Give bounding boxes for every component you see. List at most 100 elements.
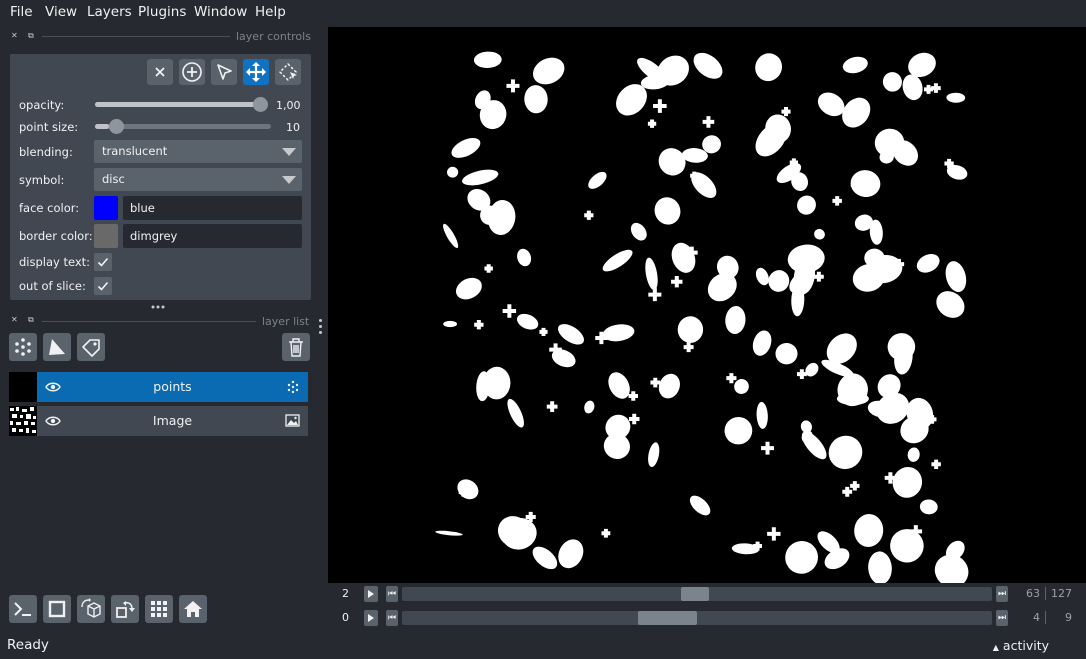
new-points-layer-button[interactable] — [9, 333, 37, 361]
step-back-button[interactable]: ⏮ — [386, 610, 398, 626]
face-color-input[interactable]: blue — [123, 196, 302, 220]
select-points-button[interactable] — [211, 59, 237, 85]
play-button[interactable] — [364, 610, 378, 626]
blending-value: translucent — [102, 144, 168, 158]
step-back-button[interactable]: ⏮ — [386, 586, 398, 602]
dock-float-icon[interactable]: ⧉ — [28, 32, 38, 40]
image-layer-thumbnail — [9, 406, 37, 436]
points-icon — [15, 338, 31, 356]
delete-selected-button[interactable] — [147, 59, 173, 85]
trash-icon — [289, 338, 303, 357]
point-size-label: point size: — [19, 120, 79, 134]
point-size-slider-fill — [95, 124, 109, 129]
select-arrow-icon — [217, 64, 232, 80]
opacity-value: 1,00 — [276, 99, 301, 112]
symbol-dropdown[interactable]: disc — [94, 168, 302, 191]
console-button[interactable] — [9, 595, 37, 623]
dimension-slider-thumb[interactable] — [680, 587, 709, 601]
out-of-slice-label: out of slice: — [19, 279, 86, 293]
more-options-icon[interactable] — [318, 318, 323, 335]
activity-label: activity — [1002, 638, 1049, 653]
add-points-button[interactable] — [179, 59, 205, 85]
layer-controls-panel: opacity: 1,00 point size: 10 blending: t… — [10, 54, 311, 300]
transform-button[interactable] — [275, 59, 301, 85]
menu-view[interactable]: View — [45, 4, 77, 20]
axis-label[interactable]: 2 — [342, 587, 349, 600]
menu-help[interactable]: Help — [255, 4, 286, 20]
out-of-slice-checkbox[interactable] — [94, 277, 112, 295]
roll-dimensions-button[interactable] — [77, 595, 105, 623]
axis-label[interactable]: 0 — [342, 611, 349, 624]
point-size-slider-handle[interactable] — [109, 119, 124, 134]
layer-list-title: layer list — [262, 315, 310, 328]
pan-zoom-button[interactable] — [243, 59, 269, 85]
add-point-icon — [182, 62, 202, 82]
square-icon — [48, 600, 66, 618]
slice-separator — [1045, 611, 1046, 624]
play-button[interactable] — [364, 586, 378, 602]
opacity-slider[interactable] — [95, 97, 268, 112]
display-text-checkbox[interactable] — [94, 253, 112, 271]
layer-row-body: Image — [37, 406, 308, 436]
face-color-swatch[interactable] — [94, 196, 118, 220]
close-icon — [155, 67, 165, 77]
menu-file[interactable]: File — [10, 4, 33, 20]
dock-close-icon[interactable]: ✕ — [11, 32, 21, 40]
grid-view-button[interactable] — [145, 595, 173, 623]
step-forward-button[interactable]: ⏭ — [996, 610, 1008, 626]
home-icon — [184, 601, 202, 617]
toggle-ndisplay-button[interactable] — [43, 595, 71, 623]
max-slice: 9 — [1065, 611, 1072, 624]
transpose-icon — [116, 601, 135, 618]
border-color-value: dimgrey — [130, 229, 178, 243]
face-color-label: face color: — [19, 201, 80, 215]
opacity-label: opacity: — [19, 98, 65, 112]
border-color-input[interactable]: dimgrey — [123, 224, 302, 248]
point-size-slider[interactable] — [95, 119, 271, 134]
points-layer-thumbnail — [9, 372, 37, 402]
menu-layers[interactable]: Layers — [87, 4, 132, 20]
step-forward-button[interactable]: ⏭ — [996, 586, 1008, 602]
max-slice: 127 — [1051, 587, 1072, 600]
dock-float-icon[interactable]: ⧉ — [28, 316, 38, 324]
activity-button[interactable]: ▲ activity — [993, 638, 1049, 653]
viewer-canvas[interactable] — [328, 27, 1086, 588]
dimension-slider-thumb[interactable] — [637, 611, 697, 625]
symbol-value: disc — [102, 172, 125, 186]
layer-row-body: points — [37, 372, 308, 402]
border-color-swatch[interactable] — [94, 224, 118, 248]
image-icon — [285, 414, 300, 427]
image-layer-render — [435, 51, 969, 588]
opacity-slider-handle[interactable] — [253, 97, 268, 112]
points-icon — [287, 380, 299, 394]
current-slice[interactable]: 63 — [1010, 587, 1040, 600]
display-text-label: display text: — [19, 255, 91, 269]
chevron-down-icon — [282, 148, 296, 156]
menu-window[interactable]: Window — [194, 4, 247, 20]
new-shapes-layer-button[interactable] — [43, 333, 71, 361]
dimension-slider[interactable] — [402, 611, 992, 625]
dimension-slider-row: 2 ⏮ ⏭ 63 127 — [330, 583, 1086, 605]
layer-row-image[interactable]: Image — [9, 406, 308, 436]
layer-row-points[interactable]: points — [9, 372, 308, 402]
checkmark-icon — [97, 281, 109, 291]
layer-controls-title: layer controls — [236, 30, 311, 43]
dimension-slider[interactable] — [402, 587, 992, 601]
current-slice[interactable]: 4 — [1010, 611, 1040, 624]
transform-icon — [278, 62, 298, 82]
layer-name-points[interactable]: points — [37, 379, 308, 394]
dimension-slider-row: 0 ⏮ ⏭ 4 9 — [330, 607, 1086, 629]
new-labels-layer-button[interactable] — [77, 333, 105, 361]
blending-dropdown[interactable]: translucent — [94, 140, 302, 163]
reset-view-button[interactable] — [179, 595, 207, 623]
delete-layer-button[interactable] — [282, 333, 310, 361]
shapes-icon — [49, 339, 65, 355]
opacity-slider-fill — [95, 102, 267, 107]
transpose-dimensions-button[interactable] — [111, 595, 139, 623]
menu-plugins[interactable]: Plugins — [138, 4, 186, 20]
panel-splitter-handle[interactable] — [150, 304, 166, 310]
dock-close-icon[interactable]: ✕ — [11, 316, 21, 324]
layer-name-image[interactable]: Image — [37, 413, 308, 428]
move-arrows-icon — [246, 62, 266, 82]
checkmark-icon — [97, 257, 109, 267]
